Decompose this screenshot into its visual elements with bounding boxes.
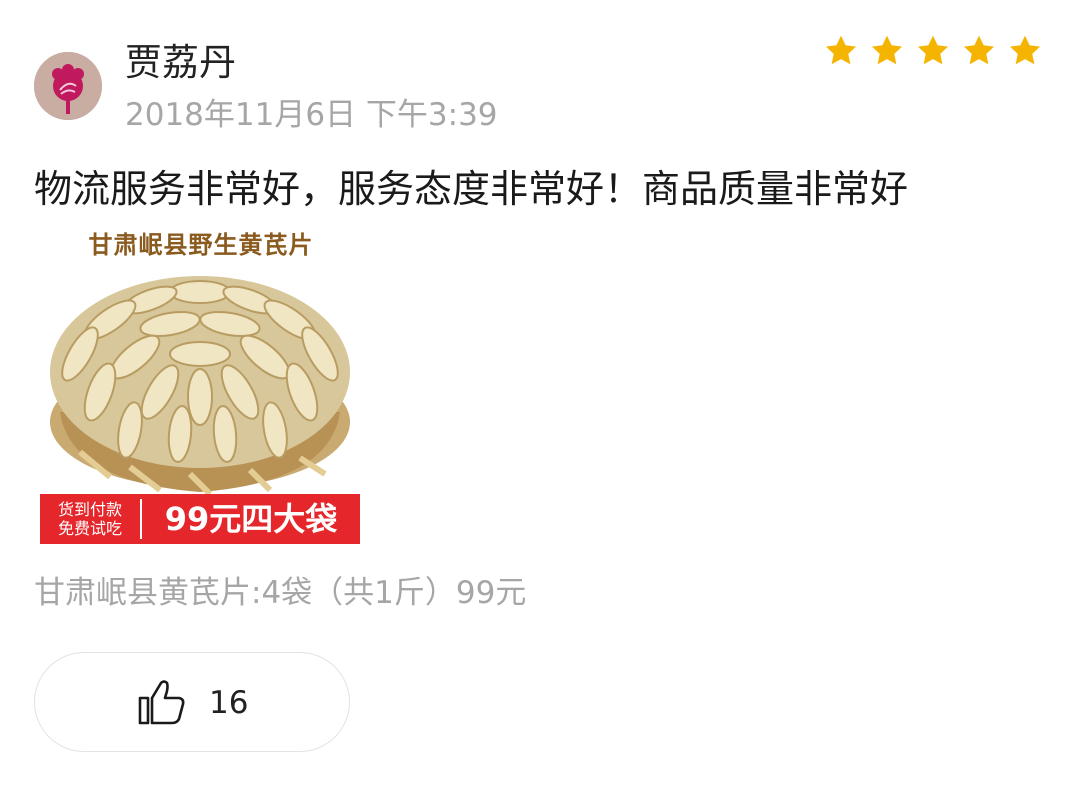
avatar[interactable] (34, 52, 102, 120)
like-count: 16 (209, 685, 249, 721)
review-photo[interactable]: 甘肃岷县野生黄芪片 货到付款 免费试吃 99元四大袋 (40, 222, 362, 544)
banner-small-text: 货到付款 免费试吃 (40, 499, 142, 539)
star-icon (1009, 35, 1041, 65)
review-card: 贾荔丹 2018年11月6日 下午3:39 物流服务非常好，服务态度非常好！商品… (0, 0, 1072, 786)
star-icon (963, 35, 995, 65)
star-rating (822, 32, 1044, 70)
product-spec: 甘肃岷县黄芪片:4袋（共1斤）99元 (34, 575, 527, 611)
banner-price: 99元四大袋 (164, 500, 338, 538)
astragalus-basket-image (50, 276, 350, 497)
banner-line1: 货到付款 (57, 500, 122, 519)
product-image-banner: 货到付款 免费试吃 99元四大袋 (40, 494, 360, 544)
star-icon (871, 35, 903, 65)
review-timestamp: 2018年11月6日 下午3:39 (125, 97, 498, 133)
product-image-title: 甘肃岷县野生黄芪片 (88, 230, 314, 259)
thumbs-up-icon (138, 680, 185, 725)
like-button[interactable]: 16 (34, 652, 350, 752)
username: 贾荔丹 (125, 41, 236, 84)
avatar-image (34, 52, 102, 120)
banner-line2: 免费试吃 (57, 519, 122, 538)
review-text: 物流服务非常好，服务态度非常好！商品质量非常好 (34, 167, 909, 211)
star-icon (825, 35, 857, 65)
star-icon (917, 35, 949, 65)
